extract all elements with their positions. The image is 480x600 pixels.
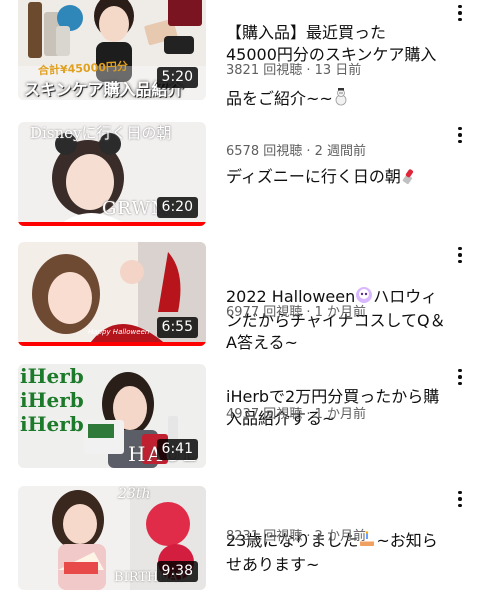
upload-age: 1 か月前 [314, 305, 367, 320]
video-thumbnail[interactable]: 23th BIRTHDAY 9:38 [18, 486, 206, 590]
thumbnail-caption-top: Disneyに行く日の朝 [30, 124, 172, 142]
watch-progress-bar [18, 222, 206, 226]
more-options-icon[interactable] [450, 2, 470, 24]
view-count: 6977 回視聴 [226, 305, 303, 320]
thumbnail-caption-top: Happy Halloween [88, 328, 150, 336]
video-duration: 9:38 [156, 561, 198, 582]
video-title[interactable]: 2022 Halloween ハロウィンだからチャイナコスしてQ＆A答える~ [226, 242, 448, 354]
video-duration: 6:55 [156, 317, 198, 338]
meta-separator: · [302, 529, 315, 544]
video-item-1[interactable]: 合計¥45000円分 スキンケア購入品紹介 5:20 【購入品】最近買った 45… [0, 0, 480, 108]
watch-progress-bar [18, 342, 206, 346]
meta-separator: · [302, 63, 315, 78]
video-item-5[interactable]: 23th BIRTHDAY 9:38 23歳になりました ~お知らせあります~ … [0, 486, 480, 590]
video-thumbnail[interactable]: Disneyに行く日の朝 GRWM 6:20 [18, 122, 206, 226]
view-count: 3821 回視聴 [226, 63, 303, 78]
upload-age: 13 日前 [314, 63, 362, 78]
video-item-2[interactable]: Disneyに行く日の朝 GRWM 6:20 ディズニーに行く日の朝 6578 … [0, 122, 480, 226]
thumbnail-caption-top: iHerb iHerb iHerb [20, 364, 84, 436]
video-thumbnail[interactable]: Happy Halloween 6:55 [18, 242, 206, 346]
video-title[interactable]: 【購入品】最近買った 45000円分のスキンケア購入品をご紹介~~ [226, 0, 448, 112]
more-options-icon[interactable] [450, 124, 470, 146]
thumbnail-caption-line: iHerb [20, 388, 84, 412]
meta-separator: · [302, 144, 315, 159]
view-count: 8231 回視聴 [226, 529, 303, 544]
upload-age: 2 か月前 [314, 529, 367, 544]
video-title-text: ディズニーに行く日の朝 [226, 167, 401, 186]
video-duration: 6:20 [156, 197, 198, 218]
video-meta: 3821 回視聴 · 13 日前 [226, 62, 448, 80]
video-thumbnail[interactable]: 合計¥45000円分 スキンケア購入品紹介 5:20 [18, 0, 206, 100]
more-options-icon[interactable] [450, 244, 470, 266]
meta-separator: · [302, 305, 315, 320]
video-item-3[interactable]: Happy Halloween 6:55 2022 Halloween ハロウィ… [0, 242, 480, 352]
upload-age: 1 か月前 [314, 407, 367, 422]
video-duration: 6:41 [156, 439, 198, 460]
video-meta: 6977 回視聴 · 1 か月前 [226, 304, 448, 322]
thumbnail-caption-line: iHerb [20, 412, 84, 436]
upload-age: 2 週間前 [314, 144, 367, 159]
view-count: 4937 回視聴 [226, 407, 303, 422]
video-item-4[interactable]: iHerb iHerb iHerb HAUL 6:41 iHerbで2万円分買っ… [0, 364, 480, 468]
video-thumbnail[interactable]: iHerb iHerb iHerb HAUL 6:41 [18, 364, 206, 468]
meta-separator: · [302, 407, 315, 422]
view-count: 6578 回視聴 [226, 144, 303, 159]
video-meta: 4937 回視聴 · 1 か月前 [226, 406, 448, 424]
video-meta: 8231 回視聴 · 2 か月前 [226, 528, 448, 546]
video-duration: 5:20 [156, 67, 198, 88]
more-options-icon[interactable] [450, 488, 470, 510]
thumbnail-caption-top: 23th [118, 486, 151, 502]
thumbnail-caption-line: iHerb [20, 364, 84, 388]
video-meta: 6578 回視聴 · 2 週間前 [226, 143, 448, 161]
more-options-icon[interactable] [450, 366, 470, 388]
